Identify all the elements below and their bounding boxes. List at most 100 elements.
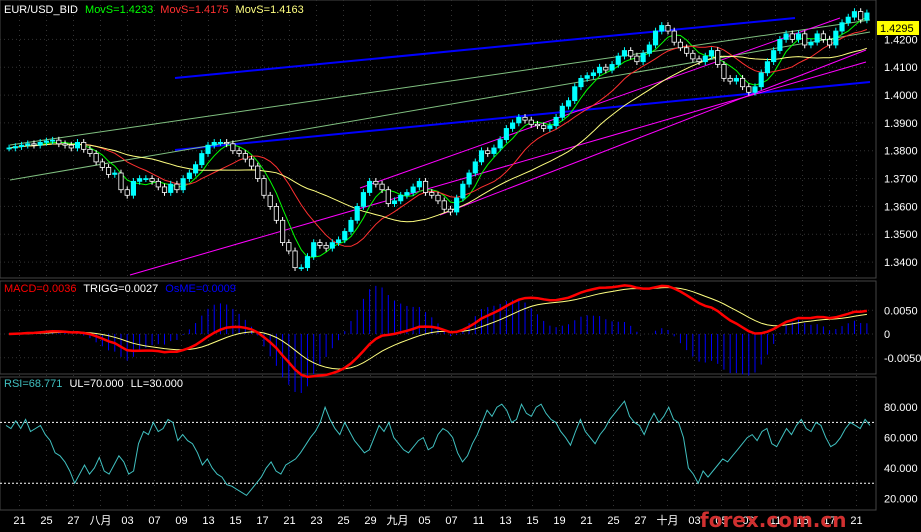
candle-body [348,219,354,232]
candle-body [143,178,149,180]
candle-body [628,50,634,57]
macd-tick-label: 0 [884,329,890,341]
symbol-label: EUR/USD_BID [4,4,78,16]
candle-body [43,140,49,143]
candle-body [590,72,596,76]
candle-body [62,143,68,146]
candle-body [404,192,410,196]
macd-legend: MACD=0.0036 TRIGG=0.0027 OsME=0.0009 [4,283,236,295]
candle-body [230,143,236,152]
candle-body [273,206,279,221]
candle-body [640,52,646,63]
candle-body [690,52,696,60]
candle-body [684,47,690,54]
candle-body [174,183,180,191]
rsi-legend: RSI=68.771 UL=70.000 LL=30.000 [4,378,183,390]
rsi-tick-label: 20.000 [884,493,918,505]
price-tick-label: 1.3800 [884,146,918,158]
time-tick-label: 11 [473,515,484,527]
rsi-tick-label: 40.000 [884,463,918,475]
candle-body [659,25,665,32]
macd-tick-label: -0.0050 [884,353,921,365]
candle-body [740,77,746,88]
candle-body [528,119,534,125]
candle-body [68,144,74,149]
candle-body [193,164,199,174]
time-tick-label: 13 [499,515,511,527]
time-tick-label: 09 [175,515,187,527]
candle-body [827,39,833,46]
candle-body [168,183,174,193]
candle-body [802,33,808,46]
candle-body [379,183,385,191]
price-tick-label: 1.3500 [884,229,918,241]
candle-body [715,50,721,65]
candle-body [422,180,429,193]
candle-body [205,144,211,154]
candle-body [845,16,851,24]
time-tick-label: 15 [229,515,241,527]
candle-body [652,30,659,46]
candle-body [584,75,590,79]
rsi-label: RSI=68.771 [4,378,62,390]
time-tick-label: 29 [364,515,376,527]
rsi-panel[interactable] [0,376,877,511]
candle-body [211,141,217,146]
time-tick-label: 15 [526,515,538,527]
candle-body [180,178,186,191]
candle-body [758,72,764,88]
candle-body [217,141,224,144]
candle-body [112,172,118,175]
rsi-tick-label: 80.000 [884,402,918,414]
candle-body [105,167,112,175]
candle-body [385,189,391,205]
candle-body [547,125,553,129]
price-tick-label: 1.3600 [884,201,918,213]
rsi-tick-label: 60.000 [884,433,918,445]
candle-body [820,33,826,40]
candle-body [6,147,12,150]
price-legend: EUR/USD_BID MovS=1.4233 MovS=1.4175 MovS… [4,4,304,16]
candle-body [466,172,472,185]
candle-body [236,150,242,154]
time-tick-label: 25 [607,515,619,527]
candle-body [242,153,248,160]
candle-body [783,33,789,40]
forex-chart-window: 1.4200 1.4100 1.4000 1.3900 1.3800 1.3700 1.36… [0,0,921,532]
candle-body [696,58,702,63]
candle-body [255,165,261,179]
candle-body [559,105,565,118]
candle-body [130,180,136,196]
movs-2-label: MovS=1.4175 [160,4,228,16]
time-tick-label: 27 [634,515,646,527]
candle-body [74,141,81,149]
candle-body [808,41,814,46]
time-tick-label: 25 [40,515,52,527]
candle-body [435,194,441,202]
candle-body [124,189,130,196]
price-panel[interactable] [0,0,877,279]
time-tick-label: 13 [202,515,214,527]
ll-label: LL=30.000 [131,378,183,390]
candle-body [137,178,143,182]
candle-body [447,208,454,213]
candle-body [360,192,366,207]
candle-body [460,183,466,199]
candle-body [87,148,93,154]
candle-body [81,141,87,150]
candle-body [671,30,677,43]
candle-body [839,22,845,32]
candle-body [410,186,416,193]
candle-body [491,147,497,154]
candle-body [609,64,615,71]
candle-body [621,50,628,57]
candle-body [311,242,317,257]
candle-body [354,206,360,221]
last-price-label: 1.4295 [880,23,914,35]
candle-body [429,192,435,196]
candle-body [50,139,56,142]
price-tick-label: 1.4100 [884,62,918,74]
candle-body [858,11,864,21]
candle-body [416,180,422,188]
candle-body [764,61,771,74]
